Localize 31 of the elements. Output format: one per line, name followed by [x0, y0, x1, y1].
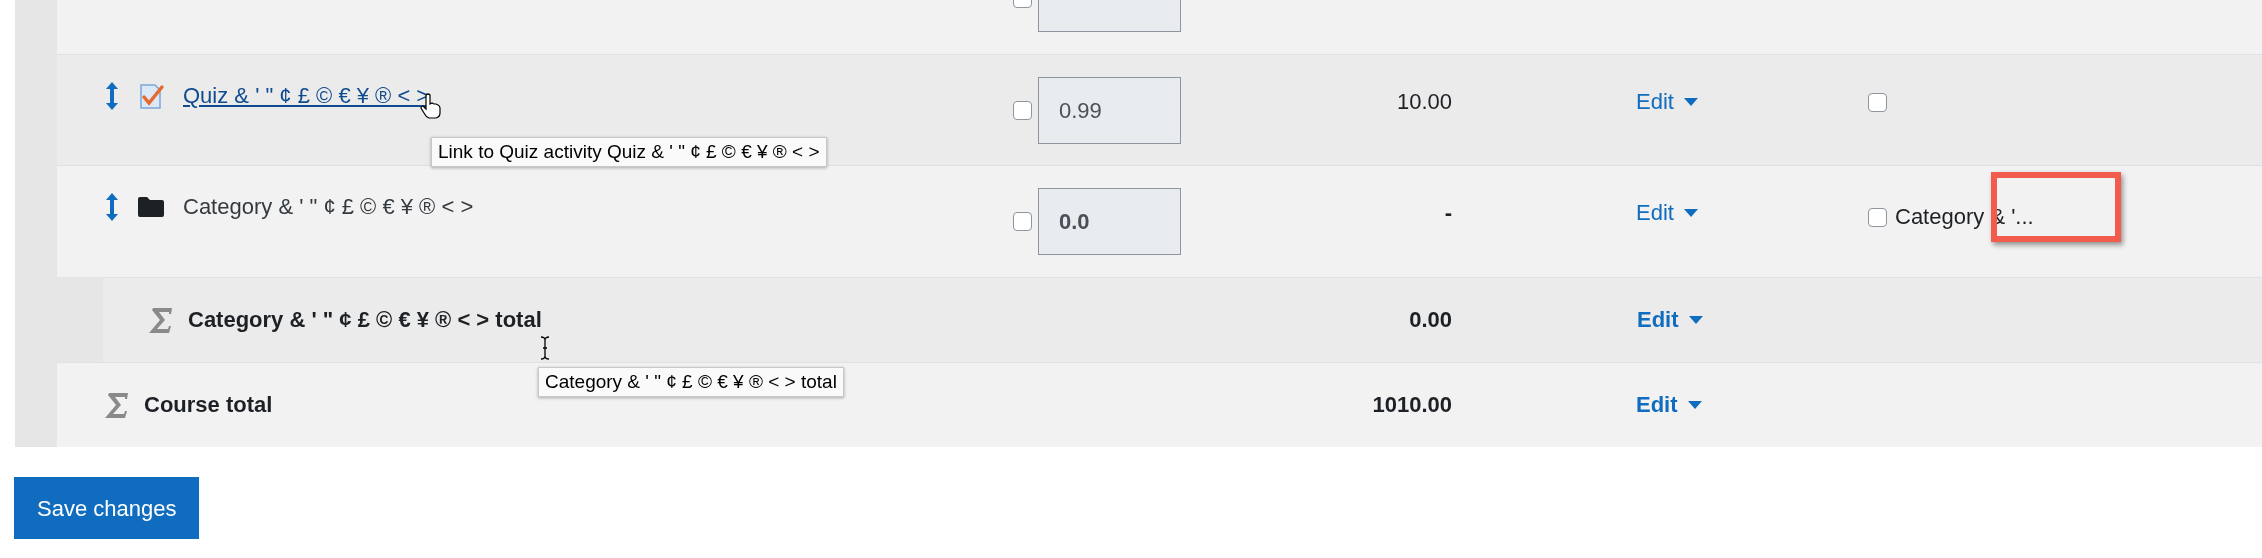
edit-menu-link[interactable]: Edit: [1636, 200, 1698, 226]
weight-field[interactable]: 0.0: [1038, 188, 1181, 255]
sigma-icon: [148, 306, 174, 334]
move-icon[interactable]: [105, 81, 119, 111]
max-grade: 10.00: [1396, 89, 1452, 114]
tooltip: Category & ' " ¢ £ © € ¥ ® < > total: [538, 367, 844, 397]
tooltip: Link to Quiz activity Quiz & ' " ¢ £ © € ¥ ® < >: [431, 137, 827, 167]
edit-menu-link[interactable]: Edit: [1636, 89, 1698, 115]
sigma-icon: [104, 391, 130, 419]
total-value: 1010.00: [1372, 391, 1452, 417]
caret-icon: [1687, 400, 1702, 409]
total-label: Course total: [144, 392, 273, 418]
caret-icon: [1683, 98, 1698, 106]
text-cursor-icon: [540, 336, 550, 360]
quiz-icon: [137, 82, 165, 110]
weight-field[interactable]: 0.99: [1038, 77, 1181, 144]
caret-icon: [1688, 315, 1703, 324]
move-icon[interactable]: [105, 192, 119, 222]
caret-icon: [1683, 209, 1698, 217]
folder-icon: [137, 196, 165, 218]
checkbox[interactable]: [1013, 101, 1032, 120]
checkbox[interactable]: [1868, 93, 1887, 112]
edit-menu-link[interactable]: Edit: [1637, 306, 1703, 333]
checkbox[interactable]: [1013, 212, 1032, 231]
max-grade: -: [1444, 200, 1452, 225]
total-value: 0.00: [1409, 306, 1452, 332]
total-label: Category & ' " ¢ £ © € ¥ ® < > total: [188, 307, 542, 333]
category-name: Category & ' " ¢ £ © € ¥ ® < >: [183, 194, 474, 220]
checkbox[interactable]: [1868, 207, 1887, 227]
save-changes-button[interactable]: Save changes: [14, 477, 200, 539]
edit-menu-link[interactable]: Edit: [1636, 391, 1702, 418]
